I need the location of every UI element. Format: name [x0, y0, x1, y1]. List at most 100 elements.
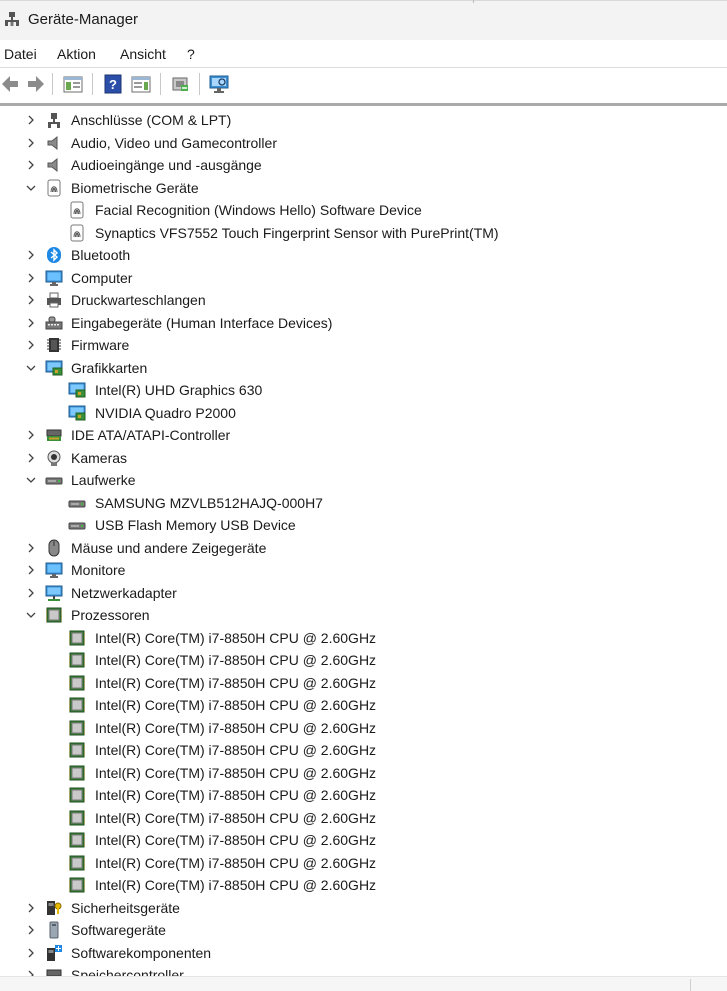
tree-item-label: Grafikkarten — [71, 359, 148, 376]
tree-device-item[interactable]: Intel(R) UHD Graphics 630 — [0, 379, 727, 401]
tree-category-monitore[interactable]: Monitore — [0, 559, 727, 581]
tree-device-item[interactable]: Synaptics VFS7552 Touch Fingerprint Sens… — [0, 222, 727, 244]
chevron-right-icon[interactable] — [24, 968, 38, 976]
tree-category-computer[interactable]: Computer — [0, 267, 727, 289]
chevron-right-icon[interactable] — [24, 248, 38, 262]
chevron-right-icon[interactable] — [24, 271, 38, 285]
chevron-right-icon[interactable] — [24, 586, 38, 600]
tree-device-item[interactable]: Intel(R) Core(TM) i7-8850H CPU @ 2.60GHz — [0, 672, 727, 694]
menu-aktion[interactable]: Aktion — [57, 46, 96, 62]
tree-device-item[interactable]: Intel(R) Core(TM) i7-8850H CPU @ 2.60GHz — [0, 694, 727, 716]
tree-item-label: Audioeingänge und -ausgänge — [71, 157, 262, 173]
chevron-right-icon[interactable] — [24, 901, 38, 915]
software-component-icon — [47, 944, 62, 961]
toolbar: ? — [0, 68, 727, 106]
tree-category-prozessoren[interactable]: Prozessoren — [0, 604, 727, 626]
horizontal-scrollbar[interactable] — [0, 976, 727, 991]
tree-device-item[interactable]: Intel(R) Core(TM) i7-8850H CPU @ 2.60GHz — [0, 829, 727, 851]
chevron-down-icon[interactable] — [24, 181, 38, 195]
tree-category-bluetooth[interactable]: Bluetooth — [0, 244, 727, 266]
port-icon — [48, 113, 60, 128]
menu-help[interactable]: ? — [187, 46, 195, 62]
tree-category-kameras[interactable]: Kameras — [0, 447, 727, 469]
tree-device-item[interactable]: SAMSUNG MZVLB512HAJQ-000H7 — [0, 492, 727, 514]
tree-device-item[interactable]: Facial Recognition (Windows Hello) Softw… — [0, 199, 727, 221]
tree-category-firmware[interactable]: Firmware — [0, 334, 727, 356]
tree-device-item[interactable]: Intel(R) Core(TM) i7-8850H CPU @ 2.60GHz — [0, 649, 727, 671]
tree-category-speichercontroller[interactable]: Speichercontroller — [0, 964, 727, 976]
tree-item-label: Druckwarteschlangen — [71, 292, 206, 308]
chevron-right-icon[interactable] — [24, 338, 38, 352]
chevron-right-icon[interactable] — [24, 136, 38, 150]
tree-category-m-use-und-andere-zeigeger-te[interactable]: Mäuse und andere Zeigegeräte — [0, 537, 727, 559]
tree-item-label: Speichercontroller — [71, 967, 184, 976]
tree-category-netzwerkadapter[interactable]: Netzwerkadapter — [0, 582, 727, 604]
cpu-icon — [69, 787, 85, 803]
chevron-right-icon[interactable] — [24, 428, 38, 442]
cpu-icon — [69, 675, 85, 690]
chevron-right-icon[interactable] — [24, 563, 38, 577]
tree-category-grafikkarten[interactable]: Grafikkarten — [0, 357, 727, 379]
tree-item-label: Softwarekomponenten — [71, 944, 212, 961]
tree-category-softwareger-te[interactable]: Softwaregeräte — [0, 919, 727, 941]
menu-datei[interactable]: Datei — [4, 46, 37, 62]
chevron-right-icon[interactable] — [24, 158, 38, 172]
chevron-right-icon[interactable] — [24, 293, 38, 307]
cpu-icon — [69, 720, 85, 735]
tree-device-item[interactable]: Intel(R) Core(TM) i7-8850H CPU @ 2.60GHz — [0, 739, 727, 761]
device-tree: Anschlüsse (COM & LPT) Audio, Video und G… — [0, 106, 727, 976]
forward-icon[interactable] — [24, 73, 46, 95]
tree-category-ide-ata-atapi-controller[interactable]: IDE ATA/ATAPI-Controller — [0, 424, 727, 446]
chevron-right-icon[interactable] — [24, 316, 38, 330]
tree-device-item[interactable]: Intel(R) Core(TM) i7-8850H CPU @ 2.60GHz — [0, 784, 727, 806]
tree-category-audio-video-und-gamecontroller[interactable]: Audio, Video und Gamecontroller — [0, 132, 727, 154]
tree-device-item[interactable]: Intel(R) Core(TM) i7-8850H CPU @ 2.60GHz — [0, 627, 727, 649]
chevron-right-icon[interactable] — [24, 541, 38, 555]
tree-category-eingabeger-te-human-interface-devices[interactable]: Eingabegeräte (Human Interface Devices) — [0, 312, 727, 334]
chevron-down-icon[interactable] — [24, 608, 38, 622]
tree-device-item[interactable]: Intel(R) Core(TM) i7-8850H CPU @ 2.60GHz — [0, 717, 727, 739]
tree-category-anschl-sse-com-lpt[interactable]: Anschlüsse (COM & LPT) — [0, 109, 727, 131]
properties-view-icon[interactable] — [62, 73, 84, 95]
tree-item-label: Intel(R) Core(TM) i7-8850H CPU @ 2.60GHz — [95, 809, 377, 826]
chevron-right-icon[interactable] — [24, 923, 38, 937]
tree-category-laufwerke[interactable]: Laufwerke — [0, 469, 727, 491]
menu-ansicht[interactable]: Ansicht — [120, 46, 166, 62]
tree-device-item[interactable]: Intel(R) Core(TM) i7-8850H CPU @ 2.60GHz — [0, 874, 727, 896]
tree-item-label: Intel(R) Core(TM) i7-8850H CPU @ 2.60GHz — [95, 764, 377, 781]
tree-category-softwarekomponenten[interactable]: Softwarekomponenten — [0, 942, 727, 964]
update-driver-icon[interactable] — [169, 73, 191, 95]
tree-category-druckwarteschlangen[interactable]: Druckwarteschlangen — [0, 289, 727, 311]
tree-item-label: Facial Recognition (Windows Hello) Softw… — [95, 202, 422, 218]
chevron-right-icon[interactable] — [24, 451, 38, 465]
display-adapter-icon — [68, 382, 86, 398]
tree-item-label: Netzwerkadapter — [71, 584, 177, 601]
tree-device-item[interactable]: Intel(R) Core(TM) i7-8850H CPU @ 2.60GHz — [0, 852, 727, 874]
tree-item-label: Intel(R) Core(TM) i7-8850H CPU @ 2.60GHz — [95, 787, 377, 803]
back-icon[interactable] — [0, 73, 22, 95]
tree-category-biometrische-ger-te[interactable]: Biometrische Geräte — [0, 177, 727, 199]
fingerprint-icon — [70, 224, 84, 241]
tree-device-item[interactable]: Intel(R) Core(TM) i7-8850H CPU @ 2.60GHz — [0, 762, 727, 784]
help-icon[interactable]: ? — [102, 73, 124, 95]
tree-item-label: USB Flash Memory USB Device — [95, 517, 296, 533]
chevron-down-icon[interactable] — [24, 361, 38, 375]
tree-device-item[interactable]: Intel(R) Core(TM) i7-8850H CPU @ 2.60GHz — [0, 807, 727, 829]
chevron-right-icon[interactable] — [24, 113, 38, 127]
tree-item-label: Eingabegeräte (Human Interface Devices) — [71, 314, 333, 331]
tree-item-label: Firmware — [71, 337, 130, 353]
tree-category-audioeing-nge-und-ausg-nge[interactable]: Audioeingänge und -ausgänge — [0, 154, 727, 176]
tree-item-label: Prozessoren — [71, 607, 150, 623]
menu-bar: Datei Aktion Ansicht ? — [0, 40, 727, 68]
firmware-icon — [47, 338, 61, 352]
details-pane-icon[interactable] — [130, 73, 152, 95]
device-manager-app-icon — [5, 12, 19, 26]
tree-category-sicherheitsger-te[interactable]: Sicherheitsgeräte — [0, 897, 727, 919]
scan-hardware-icon[interactable] — [208, 73, 230, 95]
tree-device-item[interactable]: NVIDIA Quadro P2000 — [0, 402, 727, 424]
chevron-right-icon[interactable] — [24, 946, 38, 960]
chevron-down-icon[interactable] — [24, 473, 38, 487]
cpu-icon — [69, 697, 85, 713]
tree-item-label: NVIDIA Quadro P2000 — [95, 404, 236, 421]
tree-device-item[interactable]: USB Flash Memory USB Device — [0, 514, 727, 536]
